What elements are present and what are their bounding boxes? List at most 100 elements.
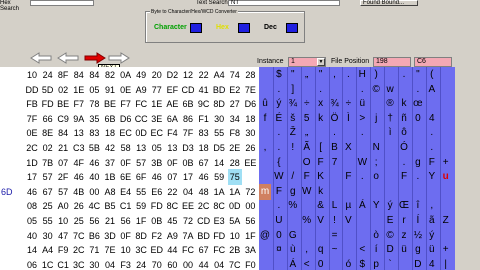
char-cell[interactable]: " (287, 67, 299, 83)
hex-cell[interactable]: 84 (87, 67, 101, 83)
file-position-input[interactable]: 198 (373, 57, 411, 67)
char-cell[interactable]: 0 (412, 111, 424, 127)
char-cell[interactable]: . (273, 125, 285, 141)
hex-cell[interactable]: 0F (119, 228, 133, 244)
hex-cell[interactable]: 40 (87, 169, 101, 185)
hex-cell[interactable]: A4 (212, 67, 226, 83)
char-cell[interactable]: † (384, 111, 396, 127)
hex-search-input[interactable] (30, 0, 94, 6)
hex-cell[interactable]: E3 (212, 213, 226, 229)
hex-cell[interactable]: 0B (181, 155, 195, 171)
char-cell[interactable]: p (370, 257, 382, 270)
hex-cell[interactable]: CD (181, 82, 195, 98)
char-cell[interactable]: 0 (315, 257, 327, 270)
prev-arrow-icon[interactable] (57, 52, 79, 64)
hex-cell[interactable]: 4C (87, 198, 101, 214)
char-cell[interactable]: © (384, 228, 396, 244)
char-cell[interactable]: E (384, 213, 396, 229)
hex-cell[interactable]: 7C (72, 228, 86, 244)
hex-cell[interactable]: 35 (87, 111, 101, 127)
hex-cell[interactable]: 13 (165, 140, 179, 156)
char-cell[interactable]: ) (370, 67, 382, 83)
char-cell[interactable]: Ì (342, 111, 354, 127)
char-cell[interactable]: ã (426, 213, 438, 229)
char-cell[interactable]: = (329, 228, 341, 244)
hex-cell[interactable]: 21 (103, 213, 117, 229)
char-cell[interactable]: x (315, 96, 327, 112)
text-search-input[interactable]: NT (228, 0, 340, 6)
hex-cell[interactable]: E2 (228, 82, 242, 98)
hex-cell[interactable]: 56 (119, 213, 133, 229)
char-cell[interactable]: [ (315, 140, 327, 156)
char-cell[interactable]: j (370, 111, 382, 127)
char-cell[interactable]: A (426, 82, 438, 98)
hex-cell[interactable]: 75 (227, 169, 242, 186)
hex-cell[interactable]: 13 (134, 140, 148, 156)
char-cell[interactable]: L (329, 198, 341, 214)
hex-cell[interactable]: 44 (165, 242, 179, 258)
char-cell[interactable]: r (398, 213, 410, 229)
hex-cell[interactable]: C1 (56, 257, 70, 270)
hex-cell[interactable]: 18 (103, 125, 117, 141)
hex-cell[interactable]: 26 (72, 198, 86, 214)
char-cell[interactable]: @ (259, 228, 271, 244)
hex-cell[interactable]: 46 (87, 155, 101, 171)
hex-cell[interactable]: 59 (134, 198, 148, 214)
char-cell[interactable]: . (273, 198, 285, 214)
hex-cell[interactable]: 6B (103, 111, 117, 127)
hex-cell[interactable]: 24 (41, 67, 55, 83)
hex-cell[interactable]: 10 (228, 228, 242, 244)
hex-cell[interactable]: 1C (41, 257, 55, 270)
hex-cell[interactable]: 46 (72, 169, 86, 185)
hex-cell[interactable]: 3D (103, 228, 117, 244)
hex-cell[interactable]: FD (41, 96, 55, 112)
converter-hex-box[interactable] (238, 23, 250, 33)
char-cell[interactable]: u (440, 169, 452, 185)
hex-cell[interactable]: 7B (41, 155, 55, 171)
char-cell[interactable]: N (370, 140, 382, 156)
hex-cell[interactable]: 0E (119, 82, 133, 98)
char-cell[interactable]: µ (342, 198, 354, 214)
hex-cell[interactable]: BD (197, 228, 211, 244)
hex-cell[interactable]: 5D (41, 82, 55, 98)
hex-cell[interactable]: 18 (243, 111, 257, 127)
hex-cell[interactable]: 8D (212, 96, 226, 112)
hex-cell[interactable]: 4B (72, 184, 86, 200)
hex-cell[interactable]: 60 (165, 257, 179, 270)
char-cell[interactable]: ù (287, 242, 299, 258)
hex-cell[interactable]: 10 (25, 67, 39, 83)
hex-cell[interactable]: 42 (103, 140, 117, 156)
hex-cell[interactable]: 5A (228, 213, 242, 229)
char-cell[interactable]: ü (356, 96, 368, 112)
char-cell[interactable]: ¾ (329, 96, 341, 112)
char-cell[interactable]: " (315, 67, 327, 83)
char-cell[interactable]: ò (370, 228, 382, 244)
hex-cell[interactable]: 3A (243, 242, 257, 258)
hex-cell[interactable]: 2E (228, 140, 242, 156)
hex-cell[interactable]: 05 (87, 82, 101, 98)
char-cell[interactable]: o (370, 169, 382, 185)
char-cell[interactable]: q (315, 242, 327, 258)
char-cell[interactable]: . (398, 155, 410, 171)
hex-cell[interactable]: 25 (72, 213, 86, 229)
char-cell[interactable]: g (412, 155, 424, 171)
char-cell[interactable]: ¾ (287, 96, 299, 112)
char-cell[interactable]: . (426, 125, 438, 141)
char-cell[interactable]: ` (384, 257, 396, 270)
hex-cell[interactable]: 3C (72, 257, 86, 270)
char-cell[interactable]: $ (273, 67, 285, 83)
hex-cell[interactable]: 06 (25, 257, 39, 270)
hex-cell[interactable]: 37 (103, 155, 117, 171)
char-cell[interactable]: . (273, 82, 285, 98)
char-cell[interactable]: É (273, 111, 285, 127)
char-cell[interactable]: k (315, 184, 327, 200)
hex-cell[interactable]: F4 (165, 125, 179, 141)
hex-cell[interactable]: 7F (25, 111, 39, 127)
char-cell[interactable]: W (356, 155, 368, 171)
char-cell[interactable]: W (301, 184, 313, 200)
hex-cell[interactable]: 28 (243, 67, 257, 83)
hex-cell[interactable]: 9C (197, 96, 211, 112)
hex-cell[interactable]: FD (212, 228, 226, 244)
hex-cell[interactable]: 72 (243, 184, 257, 200)
hex-cell[interactable]: A9 (134, 82, 148, 98)
